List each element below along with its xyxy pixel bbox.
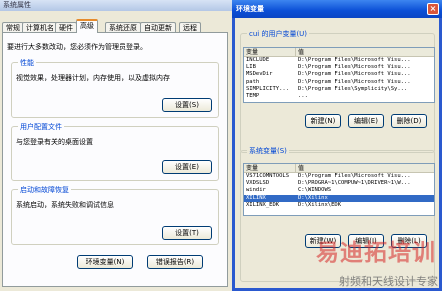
variable-name: XILINX [246, 194, 266, 201]
environment-variables-button[interactable]: 环境变量(N) [77, 255, 133, 269]
tab-strip: 常规 计算机名 硬件 高级 系统还原 自动更新 远程 [0, 18, 232, 33]
variable-value: D:\Program Files\Microsoft Visu... [298, 57, 411, 63]
performance-title: 性能 [18, 58, 36, 68]
column-header-variable[interactable]: 变量 [244, 48, 296, 56]
user-variables-title: cui 的用户变量(U) [247, 29, 310, 39]
system-variable-row[interactable]: windir C:\WINDOWS [244, 187, 434, 194]
performance-settings-button[interactable]: 设置(S) [162, 98, 212, 112]
system-variable-row[interactable]: VXDSLSD D:\PROGRA~1\COMPUW~1\DRIVER~1\W..… [244, 180, 434, 187]
user-variable-row[interactable]: MSDevDir D:\Program Files\Microsoft Visu.… [244, 71, 434, 78]
tab-auto-update[interactable]: 自动更新 [140, 22, 176, 32]
performance-group: 性能 视觉效果，处理器计划，内存使用，以及虚拟内存 设置(S) [11, 58, 219, 118]
variable-value: D:\Program Files\Microsoft Visu... [298, 64, 411, 71]
variable-value: D:\Program Files\Microsoft Visu... [298, 78, 411, 85]
variable-value: ... [298, 92, 308, 99]
user-variables-list[interactable]: 变量 值 INCLUDE D:\Program Files\Microsoft V… [243, 47, 435, 103]
variable-value: D:\PROGRA~1\COMPUW~1\DRIVER~1\W... [298, 180, 411, 187]
watermark-main: 易迪拓培训 [316, 240, 436, 266]
watermark: 易迪拓培训 射频和天线设计专家 [280, 233, 440, 289]
tab-remote[interactable]: 远程 [179, 22, 201, 32]
watermark-sub: 射频和天线设计专家 [339, 275, 438, 288]
system-variables-header: 变量 值 [244, 164, 434, 173]
startup-recovery-settings-button[interactable]: 设置(T) [162, 226, 212, 240]
advanced-tab-panel: 要进行大多数改动，您必须作为管理员登录。 性能 视觉效果，处理器计划，内存使用，… [2, 32, 228, 287]
variable-name: SIMPLICITY... [246, 85, 290, 92]
tab-advanced[interactable]: 高级 [76, 19, 98, 33]
user-edit-button[interactable]: 编辑(E) [348, 114, 384, 128]
variable-value: D:\Program Files\Microsoft Visu... [298, 173, 411, 179]
tab-computer-name[interactable]: 计算机名 [22, 22, 58, 32]
variable-name: INCLUDE [246, 57, 270, 63]
variable-value: D:\Program Files\Microsoft Visu... [298, 71, 411, 78]
environment-variables-titlebar: 环境变量 × [232, 0, 442, 18]
startup-recovery-group: 启动和故障恢复 系统启动，系统失败和调试信息 设置(T) [11, 185, 219, 245]
error-reporting-button[interactable]: 错误报告(R) [147, 255, 203, 269]
variable-value: D:\Xilinx\EDK [298, 201, 342, 208]
user-delete-button[interactable]: 删除(D) [391, 114, 427, 128]
system-properties-titlebar: 系统属性 [0, 0, 232, 11]
user-variable-row[interactable]: INCLUDE D:\Program Files\Microsoft Visu..… [244, 57, 434, 64]
user-variables-header: 变量 值 [244, 48, 434, 57]
variable-name: windir [246, 187, 266, 194]
user-profiles-settings-button[interactable]: 设置(E) [162, 160, 212, 174]
system-variable-row[interactable]: VS71COMNTOOLS D:\Program Files\Microsoft … [244, 173, 434, 180]
variable-name: VS71COMNTOOLS [246, 173, 290, 179]
variable-value: D:\Xilinx [298, 194, 328, 201]
system-properties-window: 系统属性 常规 计算机名 硬件 高级 系统还原 自动更新 远程 要进行大多数改动… [0, 0, 232, 291]
close-icon[interactable]: × [427, 3, 439, 15]
user-variable-row[interactable]: TEMP... [244, 93, 434, 100]
user-variable-row[interactable]: LIB D:\Program Files\Microsoft Visu... [244, 64, 434, 71]
system-variable-row[interactable]: XILINX_EDK D:\Xilinx\EDK [244, 202, 434, 209]
column-header-value[interactable]: 值 [296, 164, 304, 172]
system-variable-row-selected[interactable]: XILINX D:\Xilinx [244, 194, 434, 202]
variable-name: MSDevDir [246, 71, 273, 78]
variable-name: XILINX_EDK [246, 201, 280, 208]
startup-recovery-desc: 系统启动，系统失败和调试信息 [16, 201, 114, 209]
column-header-value[interactable]: 值 [296, 48, 304, 56]
user-new-button[interactable]: 新建(N) [305, 114, 341, 128]
user-profiles-title: 用户配置文件 [18, 122, 64, 132]
performance-desc: 视觉效果，处理器计划，内存使用，以及虚拟内存 [16, 74, 170, 82]
column-header-variable[interactable]: 变量 [244, 164, 296, 172]
tab-system-restore[interactable]: 系统还原 [105, 22, 141, 32]
environment-variables-title: 环境变量 [236, 5, 264, 13]
tab-hardware[interactable]: 硬件 [55, 22, 77, 32]
variable-value: D:\Program Files\Symplicity\Sy... [298, 85, 408, 92]
variable-name: path [246, 78, 260, 85]
tab-general[interactable]: 常规 [2, 22, 24, 32]
variable-name: TEMP [246, 92, 260, 99]
variable-value: C:\WINDOWS [298, 187, 332, 194]
admin-note: 要进行大多数改动，您必须作为管理员登录。 [7, 43, 147, 51]
user-variable-row[interactable]: SIMPLICITY... D:\Program Files\Symplicity… [244, 86, 434, 93]
system-variables-list[interactable]: 变量 值 VS71COMNTOOLS D:\Program Files\Micro… [243, 163, 435, 216]
system-variables-title: 系统变量(S) [247, 146, 289, 156]
variable-name: VXDSLSD [246, 180, 270, 187]
user-profiles-desc: 与您登录有关的桌面设置 [16, 138, 93, 146]
user-profiles-group: 用户配置文件 与您登录有关的桌面设置 设置(E) [11, 122, 219, 181]
user-variable-row[interactable]: path D:\Program Files\Microsoft Visu... [244, 79, 434, 86]
startup-recovery-title: 启动和故障恢复 [18, 185, 71, 195]
variable-name: LIB [246, 64, 256, 71]
